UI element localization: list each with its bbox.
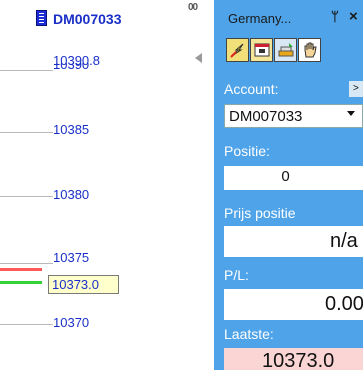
instrument-icon <box>36 10 47 26</box>
tick-label: 10385 <box>53 122 90 137</box>
laatste-label: Laatste: <box>224 326 274 342</box>
account-value: DM007033 <box>229 108 303 125</box>
instrument-label: DM007033 <box>53 11 122 27</box>
positie-value: 0 <box>281 168 290 185</box>
chart-header: DM007033 00 <box>0 0 214 36</box>
bid-price-line <box>0 281 42 284</box>
laatste-field: 10373.0 <box>224 348 363 370</box>
account-next-button[interactable]: > <box>349 81 363 97</box>
pl-label: P/L: <box>224 267 249 283</box>
trade-panel: Germany... ᛘ × Account: > DM007033 Posit… <box>214 0 363 370</box>
link-icon[interactable]: 00 <box>188 2 206 14</box>
window-icon[interactable] <box>250 38 273 62</box>
positie-field: 0 <box>224 166 363 190</box>
tick-label: 10390.8 <box>53 53 100 68</box>
tick-line <box>0 132 53 133</box>
laatste-value: 10373.0 <box>262 350 335 370</box>
tick-line <box>0 324 53 325</box>
tick-label: 10370 <box>53 315 90 330</box>
tick-line <box>0 70 53 71</box>
lightning-icon[interactable] <box>226 38 249 62</box>
pin-icon[interactable]: ᛘ <box>331 9 339 24</box>
chevron-down-icon[interactable] <box>347 111 355 116</box>
pl-value: 0.00 <box>325 293 363 315</box>
prijs-positie-value: n/a <box>330 230 358 252</box>
account-select[interactable]: DM007033 <box>224 104 363 128</box>
tick-line <box>0 263 53 264</box>
ask-price-line <box>0 268 42 271</box>
price-axis-pane: DM007033 00 10390 10390.8 10385 10380 10… <box>0 0 214 370</box>
tick-label: 10375 <box>53 250 90 265</box>
panel-title: Germany... <box>228 11 292 26</box>
account-label: Account: <box>224 81 279 97</box>
current-price-tag: 10373.0 <box>48 275 119 294</box>
tick-label: 10380 <box>53 187 90 202</box>
collapse-panel-arrow-icon[interactable] <box>195 53 202 63</box>
hand-icon[interactable] <box>298 38 321 62</box>
tick-line <box>0 196 53 197</box>
positie-label: Positie: <box>224 143 270 159</box>
pl-field: 0.00 <box>224 289 363 320</box>
stack-icon[interactable] <box>274 38 297 62</box>
prijs-positie-field: n/a <box>224 226 363 257</box>
close-icon[interactable]: × <box>349 8 358 25</box>
prijs-positie-label: Prijs positie <box>224 205 296 221</box>
